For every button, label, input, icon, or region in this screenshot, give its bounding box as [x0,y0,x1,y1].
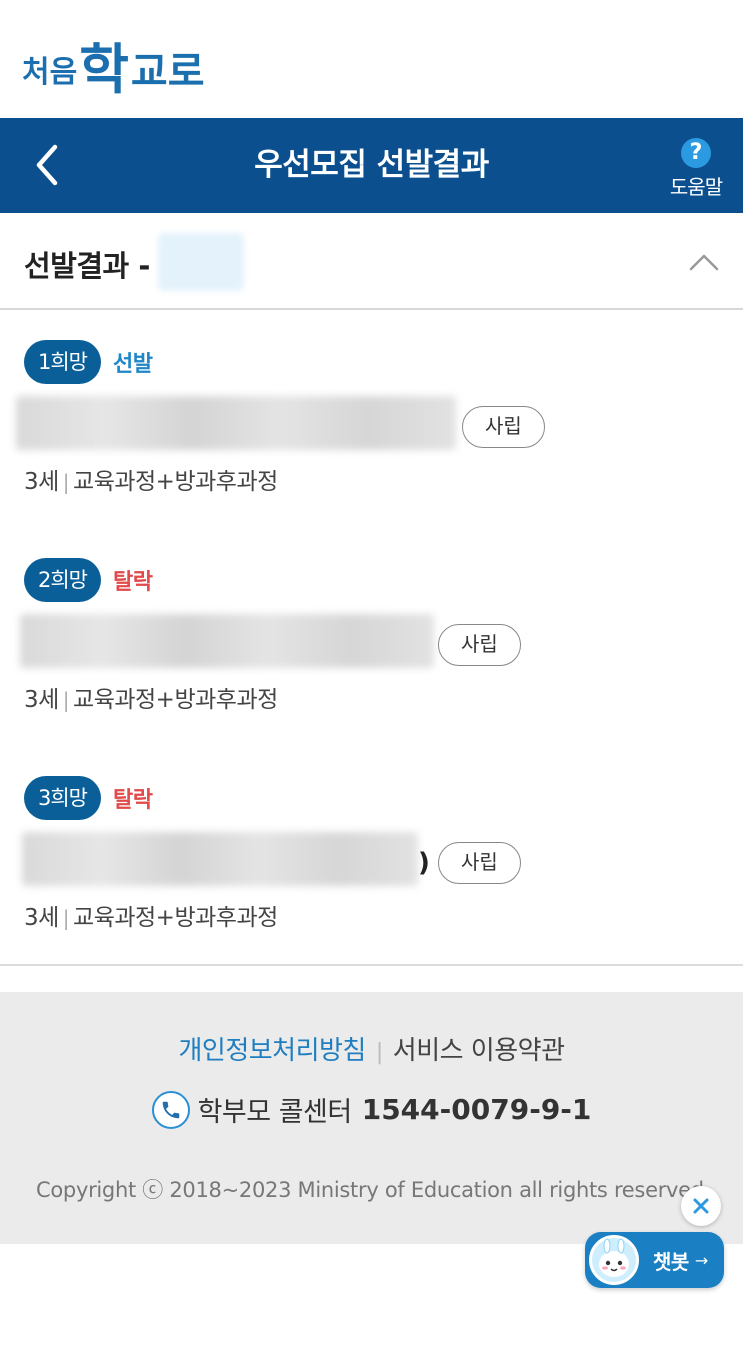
redacted-school-name [20,614,434,668]
page-title: 우선모집 선발결과 [254,147,489,183]
rank-badge: 2희망 [24,558,102,602]
school-type-pill: 사립 [438,842,521,884]
school-type-pill: 사립 [462,406,545,448]
logo-bar: 처음 학 교로 [0,0,743,118]
redacted-school-name [16,396,456,450]
rank-badge: 3희망 [24,776,102,820]
page-header: 우선모집 선발결과 ? 도움말 [0,118,743,213]
logo-part-1: 처음 [22,55,78,90]
redacted-school-name [22,832,418,886]
chatbot-label: 챗봇 [653,1249,689,1274]
course-text: 교육과정+방과후과정 [73,687,278,713]
footer-links: 개인정보처리방침 | 서비스 이용약관 [0,1030,743,1067]
callcenter-number: 1544-0079-9-1 [361,1093,592,1126]
rank-badge: 1희망 [24,340,102,384]
close-icon [693,1198,709,1214]
age-text: 3세 [24,687,59,713]
copyright-text: Copyright ⓒ 2018~2023 Ministry of Educat… [36,1178,704,1202]
section-title: 선발결과 - [24,249,150,283]
choice-meta: 3세 | 교육과정+방과후과정 [24,680,278,714]
callcenter-label: 학부모 콜센터 [197,1097,353,1128]
school-type-pill: 사립 [438,624,521,666]
help-label: 도움말 [669,175,723,199]
arrow-right-icon: → [694,1250,709,1270]
chatbot-close-button[interactable] [681,1186,721,1226]
course-text: 교육과정+방과후과정 [73,905,278,931]
logo-part-2: 학 [79,37,129,101]
meta-divider: | [62,470,70,494]
question-icon: ? [681,138,711,168]
result-section-header[interactable]: 선발결과 - [0,213,743,310]
terms-of-service-link[interactable]: 서비스 이용약관 [393,1036,565,1066]
chevron-up-icon[interactable] [687,247,721,277]
status-badge: 탈락 [113,570,153,595]
choice-meta: 3세 | 교육과정+방과후과정 [24,462,278,496]
age-text: 3세 [24,905,59,931]
service-logo[interactable]: 처음 학 교로 [22,24,205,96]
logo-part-3: 교로 [130,48,205,95]
chatbot-mascot-icon [589,1235,639,1285]
choice-meta: 3세 | 교육과정+방과후과정 [24,898,278,932]
footer-divider: | [375,1040,383,1065]
callcenter-info[interactable]: 학부모 콜센터 1544-0079-9-1 [0,1090,743,1129]
meta-divider: | [62,688,70,712]
choice-list: 1희망 선발 사립 3세 | 교육과정+방과후과정 2희망 탈락 사립 3세 | 교육과… [0,310,743,966]
meta-divider: | [62,906,70,930]
age-text: 3세 [24,469,59,495]
privacy-policy-link[interactable]: 개인정보처리방침 [178,1036,366,1066]
paren-text: ) [418,848,430,878]
help-button[interactable]: ? 도움말 [667,138,725,199]
course-text: 교육과정+방과후과정 [73,469,278,495]
status-badge: 탈락 [113,788,153,813]
redacted-child-name [158,233,244,291]
status-badge: 선발 [113,352,153,377]
phone-icon [151,1090,190,1129]
chatbot-button[interactable]: 챗봇 → [585,1232,724,1288]
page-footer: 개인정보처리방침 | 서비스 이용약관 학부모 콜센터 1544-0079-9-1 … [0,992,743,1244]
